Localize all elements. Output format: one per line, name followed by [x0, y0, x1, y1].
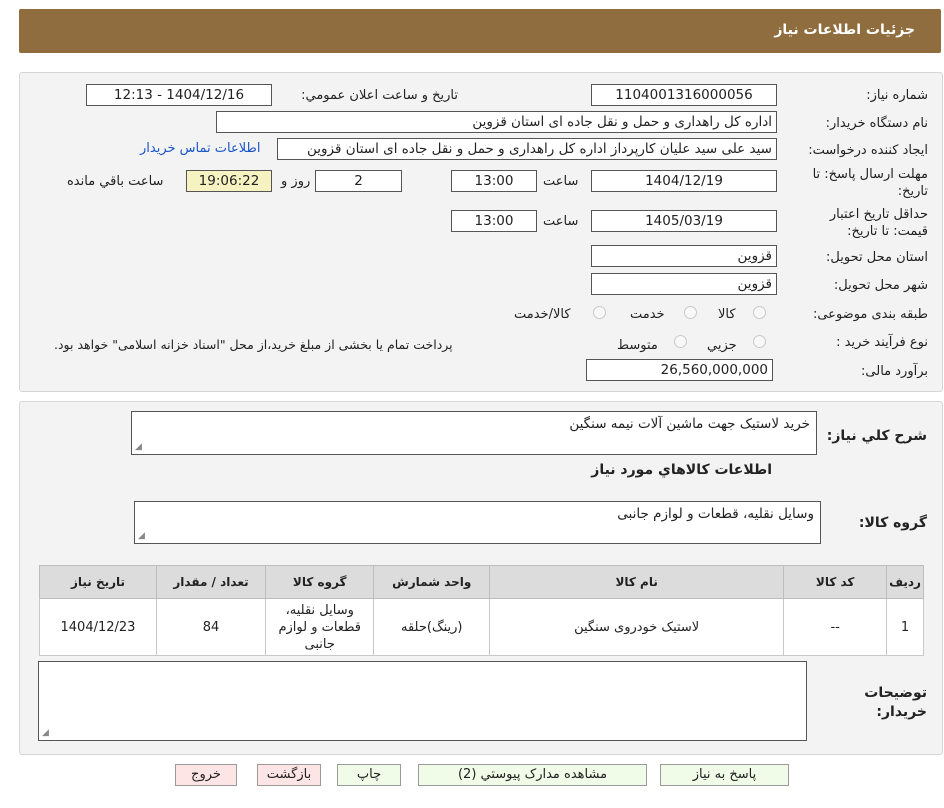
col-goods-code: کد کالا [783, 565, 888, 599]
process-note: پرداخت تمام یا بخشی از مبلغ خرید،از محل … [54, 337, 453, 352]
category-radio-service[interactable] [684, 306, 697, 319]
description-value: خرید لاستیک جهت ماشین آلات نیمه سنگین [569, 416, 810, 432]
col-need-date: تاريخ نياز [39, 565, 157, 599]
category-option-goods-service: کالا/خدمت [514, 307, 571, 322]
province-field[interactable]: قزوين [591, 245, 777, 267]
category-radio-goods-service[interactable] [593, 306, 606, 319]
validity-time-field[interactable]: 13:00 [451, 210, 537, 232]
goods-group-textarea[interactable]: وسایل نقلیه، قطعات و لوازم جانبی ◢ [134, 501, 821, 544]
process-radio-medium[interactable] [674, 335, 687, 348]
days-label: روز و [281, 174, 311, 189]
page-title: جزئیات اطلاعات نیاز [774, 22, 915, 38]
need-number-label: شماره نیاز: [866, 88, 928, 103]
buyer-org-label: نام دستگاه خريدار: [825, 116, 928, 131]
table-row[interactable]: 1 -- لاستیک خودروی سنگین (رینگ)حلقه وسای… [39, 598, 924, 656]
remaining-time-field[interactable]: 19:06:22 [186, 170, 272, 192]
category-radio-goods[interactable] [753, 306, 766, 319]
reply-button[interactable]: پاسخ به نياز [660, 764, 789, 786]
print-button[interactable]: چاپ [337, 764, 401, 786]
category-option-service: خدمت [630, 307, 665, 322]
goods-table: رديف کد کالا نام کالا واحد شمارش گروه کا… [39, 565, 924, 656]
deadline-date-field[interactable]: 1404/12/19 [591, 170, 777, 192]
days-remaining-field[interactable]: 2 [315, 170, 402, 192]
category-option-goods: کالا [718, 307, 736, 322]
cell-quantity: 84 [155, 598, 267, 656]
validity-date-field[interactable]: 1405/03/19 [591, 210, 777, 232]
city-field[interactable]: قزوين [591, 273, 777, 295]
category-label: طبقه بندی موضوعی: [812, 307, 928, 322]
col-row-number: رديف [886, 565, 924, 599]
goods-group-value: وسایل نقلیه، قطعات و لوازم جانبی [617, 506, 814, 522]
process-option-medium: متوسط [617, 338, 658, 353]
remaining-time-label: ساعت باقي مانده [67, 174, 164, 189]
validity-label: حداقل تاريخ اعتبار قيمت: تا تاریخ: [829, 207, 928, 239]
announce-label: تاریخ و ساعت اعلان عمومي: [301, 88, 458, 103]
validity-time-label: ساعت [543, 214, 579, 229]
budget-field[interactable]: 26,560,000,000 [586, 359, 773, 381]
budget-label: برآورد مالی: [861, 364, 928, 379]
deadline-label: مهلت ارسال پاسخ: تا تاریخ: [812, 167, 928, 199]
cell-goods-code: -- [783, 598, 888, 656]
resize-grip-icon[interactable]: ◢ [138, 532, 145, 541]
city-label: شهر محل تحويل: [833, 278, 928, 293]
buyer-org-field[interactable]: اداره کل راهداری و حمل و نقل جاده ای است… [216, 111, 777, 133]
buyer-contact-link[interactable]: اطلاعات تماس خريدار [140, 141, 260, 156]
resize-grip-icon[interactable]: ◢ [42, 729, 49, 738]
description-textarea[interactable]: خرید لاستیک جهت ماشین آلات نیمه سنگین ◢ [131, 411, 817, 455]
table-header-row: رديف کد کالا نام کالا واحد شمارش گروه کا… [39, 565, 924, 599]
cell-unit: (رینگ)حلقه [373, 598, 491, 656]
attachments-button[interactable]: مشاهده مدارک پيوستي (2) [418, 764, 647, 786]
goods-group-label: گروه کالا: [858, 515, 927, 531]
exit-button[interactable]: خروج [175, 764, 237, 786]
cell-need-date: 1404/12/23 [39, 598, 157, 656]
buyer-notes-label: توضيحات خريدار: [864, 685, 927, 720]
cell-row-number: 1 [886, 598, 924, 656]
cell-goods-group: وسایل نقلیه، قطعات و لوازم جانبی [264, 598, 375, 656]
buyer-notes-textarea[interactable]: ◢ [38, 661, 807, 741]
province-label: استان محل تحويل: [826, 250, 928, 265]
announce-datetime-field[interactable]: 1404/12/16 - 12:13 [86, 84, 272, 106]
process-radio-minor[interactable] [753, 335, 766, 348]
deadline-time-label: ساعت [543, 174, 579, 189]
description-label: شرح کلي نياز: [826, 428, 927, 444]
page-header: جزئیات اطلاعات نیاز [19, 9, 941, 53]
need-number-field[interactable]: 1104001316000056 [591, 84, 777, 106]
col-unit: واحد شمارش [373, 565, 491, 599]
col-quantity: تعداد / مقدار [155, 565, 267, 599]
cell-goods-name: لاستیک خودروی سنگین [489, 598, 785, 656]
process-label: نوع فرآيند خريد : [836, 335, 928, 350]
col-goods-group: گروه کالا [264, 565, 375, 599]
requester-field[interactable]: سید علی سید علیان کارپرداز اداره کل راهد… [277, 138, 777, 160]
resize-grip-icon[interactable]: ◢ [135, 443, 142, 452]
requester-label: ايجاد کننده درخواست: [808, 143, 928, 158]
col-goods-name: نام کالا [489, 565, 785, 599]
back-button[interactable]: بازگشت [257, 764, 321, 786]
process-option-minor: جزيي [707, 338, 737, 353]
deadline-time-field[interactable]: 13:00 [451, 170, 537, 192]
goods-section-title: اطلاعات کالاهاي مورد نياز [591, 462, 772, 478]
